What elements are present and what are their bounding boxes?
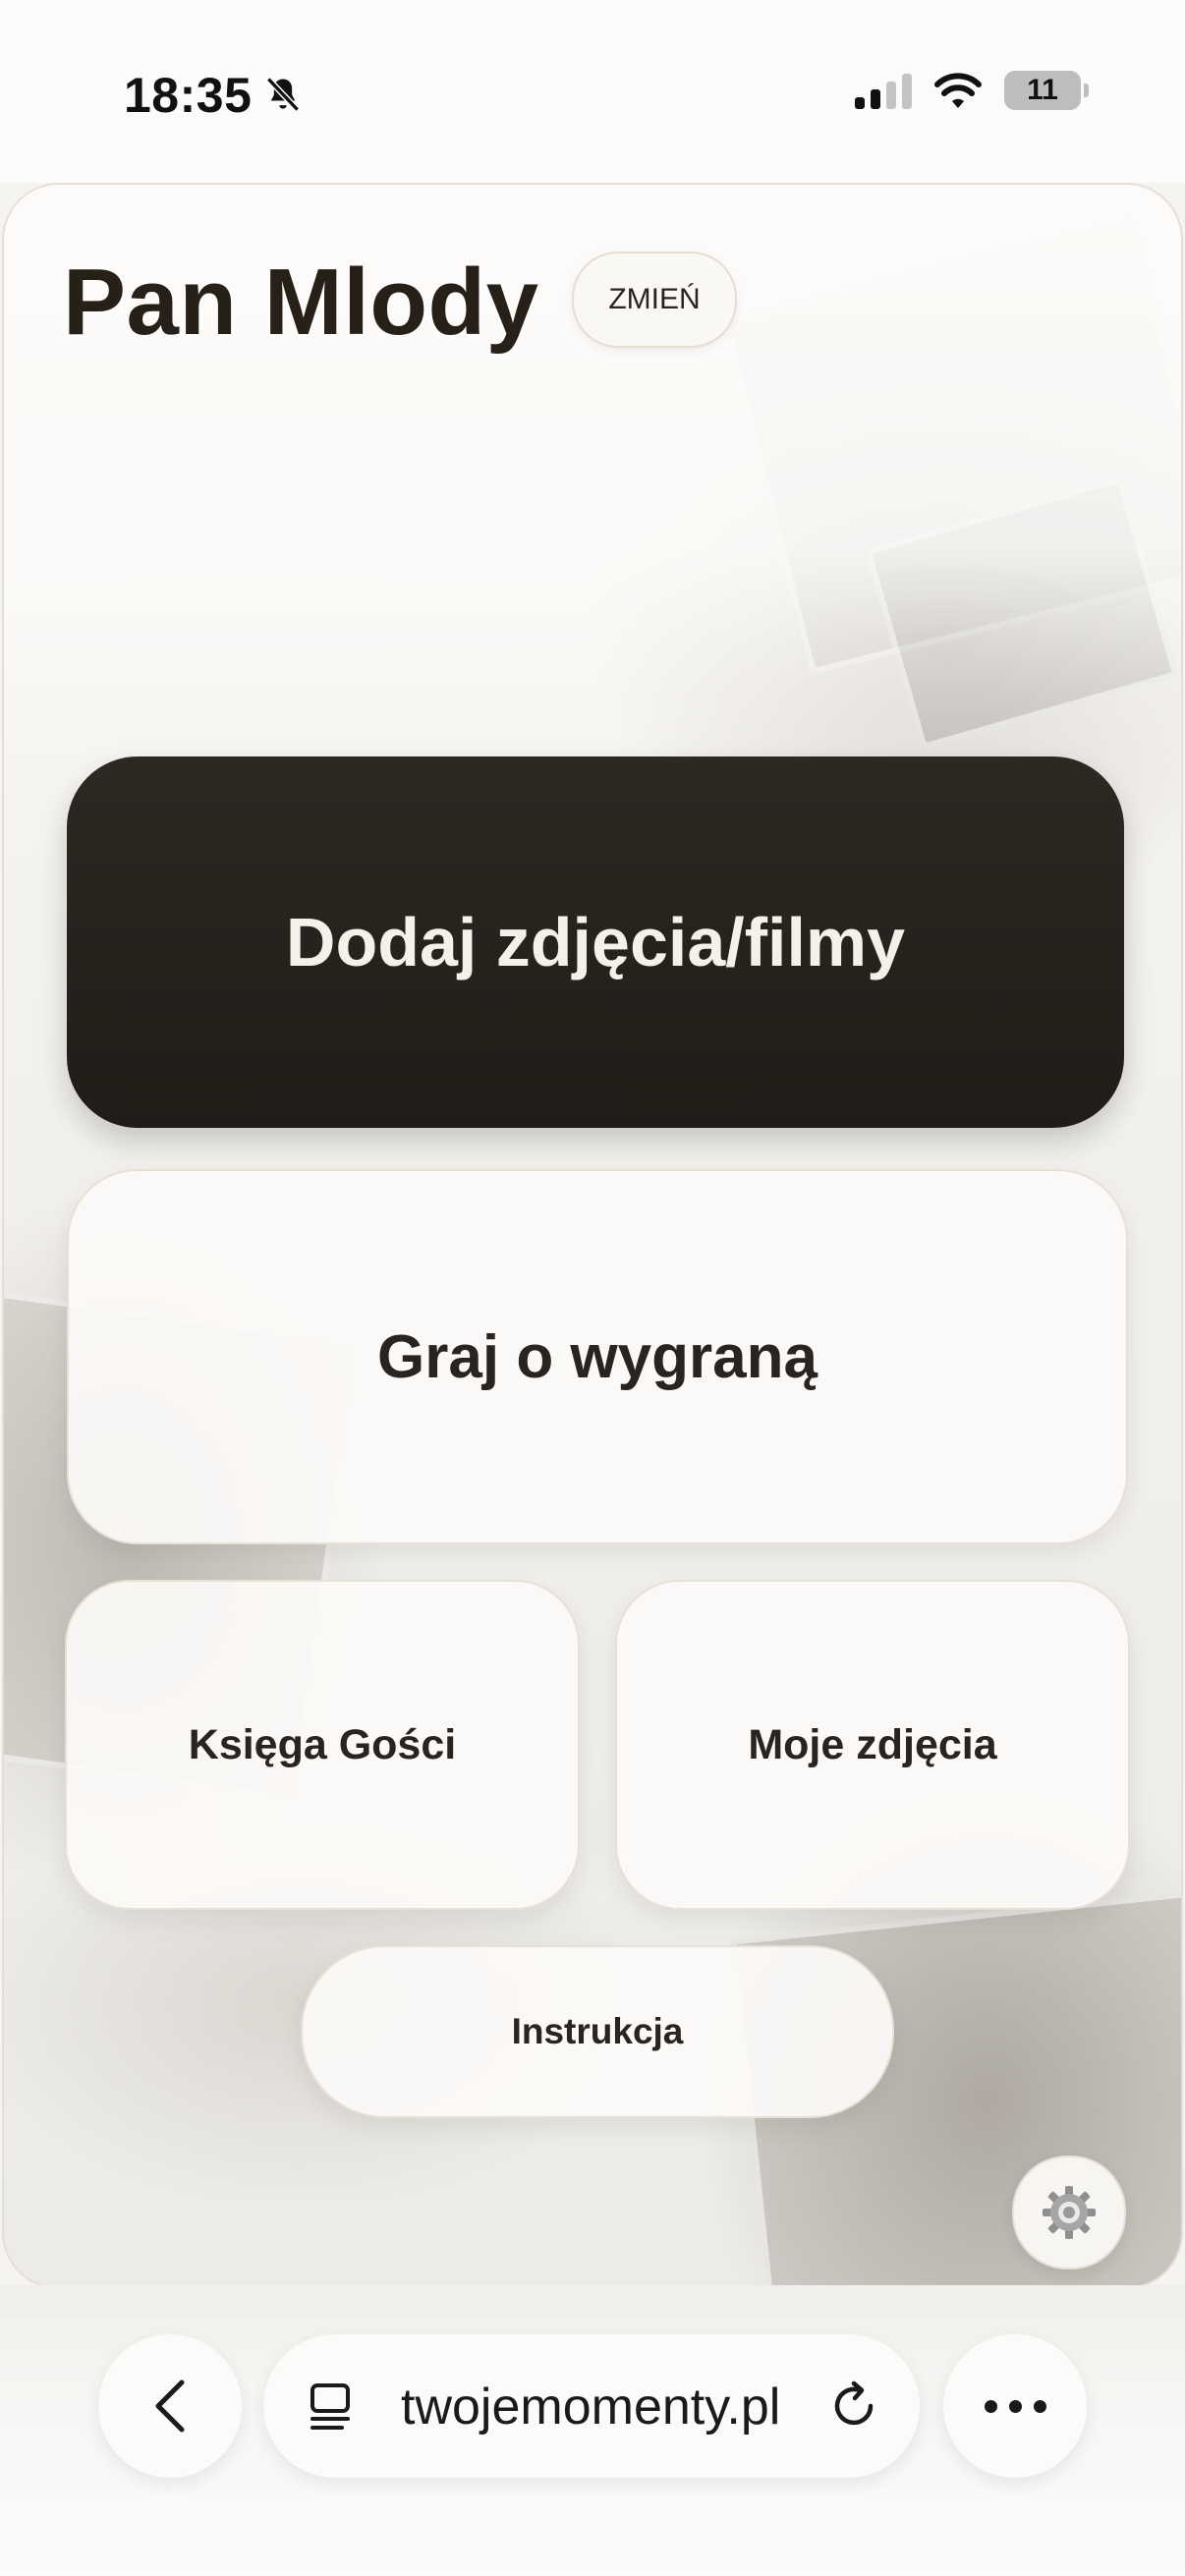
- more-icon-dot: [984, 2399, 997, 2413]
- back-button[interactable]: [98, 2334, 242, 2478]
- add-media-button[interactable]: Dodaj zdjęcia/filmy: [67, 756, 1124, 1128]
- settings-button[interactable]: [1012, 2156, 1126, 2269]
- cellular-signal-icon: [855, 72, 912, 109]
- status-time-group: 18:35: [124, 67, 305, 124]
- my-photos-button[interactable]: Moje zdjęcia: [615, 1580, 1130, 1910]
- status-bar: 18:35 11: [0, 0, 1185, 183]
- more-icon-dot: [1033, 2399, 1046, 2413]
- change-button[interactable]: ZMIEŃ: [572, 252, 737, 348]
- tabs-icon: [310, 2383, 350, 2430]
- more-icon-dot: [1008, 2399, 1022, 2413]
- address-bar[interactable]: twojemomenty.pl: [263, 2334, 920, 2478]
- wifi-icon: [934, 73, 982, 108]
- battery-level: 11: [1027, 74, 1058, 106]
- main-card: Pan Mlody ZMIEŃ Dodaj zdjęcia/filmy Graj…: [2, 183, 1183, 2289]
- back-chevron-icon: [155, 2380, 185, 2433]
- battery-icon: 11: [1004, 71, 1089, 110]
- url-text: twojemomenty.pl: [401, 2379, 781, 2436]
- more-button[interactable]: [943, 2334, 1087, 2478]
- status-indicators: 11: [855, 71, 1089, 110]
- guestbook-button[interactable]: Księga Gości: [65, 1580, 580, 1910]
- page-title: Pan Mlody: [63, 250, 539, 355]
- browser-toolbar: twojemomenty.pl: [0, 2285, 1185, 2576]
- status-time: 18:35: [124, 68, 253, 123]
- gear-icon: [1043, 2186, 1096, 2239]
- reload-icon[interactable]: [827, 2380, 880, 2433]
- instructions-button[interactable]: Instrukcja: [301, 1945, 894, 2118]
- play-game-button[interactable]: Graj o wygraną: [67, 1169, 1128, 1544]
- bell-slash-icon: [266, 77, 301, 112]
